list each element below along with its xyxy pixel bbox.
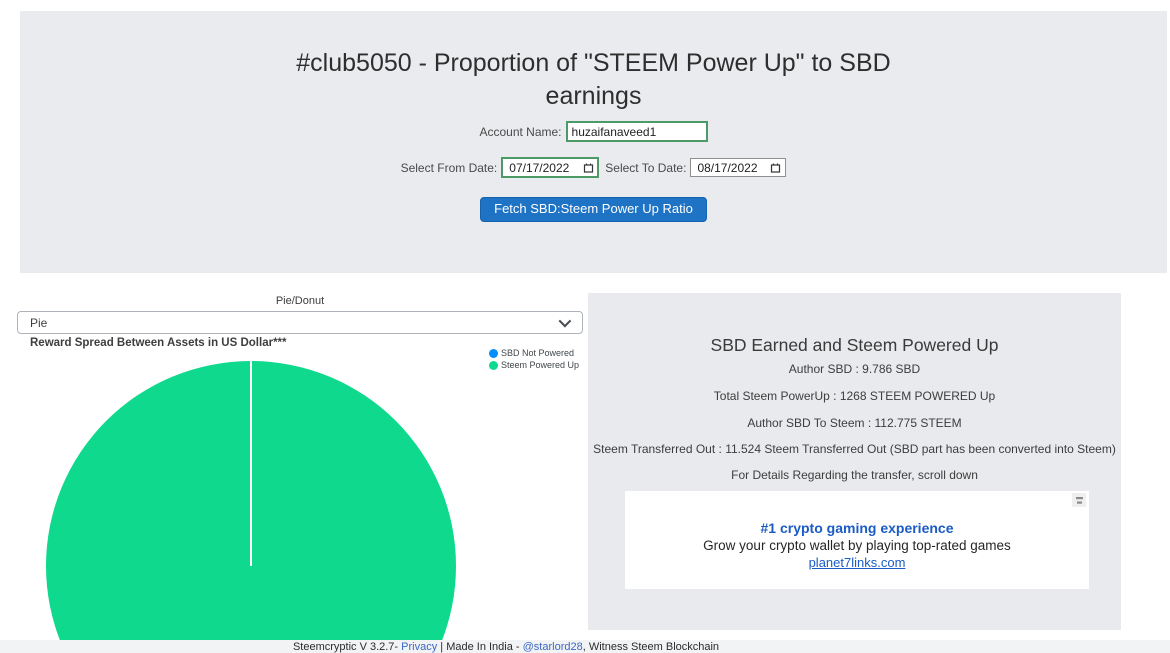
ad-link[interactable]: planet7links.com bbox=[809, 555, 906, 570]
summary-line-transferred-out: Steem Transferred Out : 11.524 Steem Tra… bbox=[593, 442, 1116, 456]
legend-item-steem-powered-up[interactable]: Steem Powered Up bbox=[489, 360, 579, 370]
chart-title: Reward Spread Between Assets in US Dolla… bbox=[30, 337, 287, 349]
page-title: #club5050 - Proportion of "STEEM Power U… bbox=[296, 49, 891, 110]
summary-panel: SBD Earned and Steem Powered Up Author S… bbox=[588, 293, 1121, 630]
chevron-down-icon bbox=[558, 314, 572, 328]
legend-dot-blue bbox=[489, 348, 498, 358]
legend-item-sbd-not-powered[interactable]: SBD Not Powered bbox=[489, 348, 579, 358]
summary-line-author-sbd: Author SBD : 9.786 SBD bbox=[788, 362, 921, 376]
ad-body-text: Grow your crypto wallet by playing top-r… bbox=[703, 538, 1011, 553]
account-row: Account Name: bbox=[20, 121, 1167, 142]
legend-dot-green bbox=[489, 360, 498, 370]
button-row: Fetch SBD:Steem Power Up Ratio bbox=[20, 197, 1167, 222]
footer-suffix-text: , Witness Steem Blockchain bbox=[582, 640, 720, 653]
header-panel: #club5050 - Proportion of "STEEM Power U… bbox=[20, 11, 1167, 273]
legend-label: SBD Not Powered bbox=[501, 348, 575, 358]
ad-box[interactable]: #1 crypto gaming experience Grow your cr… bbox=[625, 491, 1089, 589]
calendar-icon[interactable] bbox=[583, 162, 594, 173]
footer-bar: Steemcryptic V 3.2.7- Privacy | Made In … bbox=[0, 640, 1170, 653]
chart-type-selected-value: Pie bbox=[30, 315, 48, 330]
to-date-wrap bbox=[690, 158, 787, 177]
footer-middle-text: | Made In India - bbox=[437, 640, 523, 653]
legend-label: Steem Powered Up bbox=[501, 360, 580, 370]
pie-chart-slice-divider bbox=[250, 361, 252, 566]
fetch-ratio-button[interactable]: Fetch SBD:Steem Power Up Ratio bbox=[480, 197, 707, 222]
ad-info-icon[interactable] bbox=[1072, 493, 1086, 507]
summary-line-details-note: For Details Regarding the transfer, scro… bbox=[731, 468, 978, 482]
starlord-link[interactable]: @starlord28 bbox=[523, 641, 583, 653]
chart-legend: SBD Not Powered Steem Powered Up bbox=[489, 348, 579, 372]
account-name-input[interactable] bbox=[565, 121, 708, 142]
ad-headline[interactable]: #1 crypto gaming experience bbox=[625, 520, 1089, 536]
date-row: Select From Date: Select To Date: bbox=[20, 157, 1167, 178]
chart-type-label: Pie/Donut bbox=[275, 295, 325, 307]
footer-version-text: Steemcryptic V 3.2.7- bbox=[292, 640, 402, 653]
account-name-label: Account Name: bbox=[479, 124, 562, 139]
from-date-wrap bbox=[501, 157, 600, 178]
from-date-label: Select From Date: bbox=[400, 160, 498, 175]
chart-type-select[interactable]: Pie bbox=[17, 311, 583, 334]
footer-text: Steemcryptic V 3.2.7- Privacy | Made In … bbox=[0, 641, 1012, 653]
summary-line-sbd-to-steem: Author SBD To Steem : 112.775 STEEM bbox=[747, 416, 962, 430]
privacy-link[interactable]: Privacy bbox=[401, 641, 437, 653]
to-date-label: Select To Date: bbox=[605, 160, 687, 175]
summary-heading: SBD Earned and Steem Powered Up bbox=[710, 335, 999, 355]
calendar-icon[interactable] bbox=[770, 162, 781, 173]
summary-line-total-powerup: Total Steem PowerUp : 1268 STEEM POWERED… bbox=[713, 389, 996, 403]
